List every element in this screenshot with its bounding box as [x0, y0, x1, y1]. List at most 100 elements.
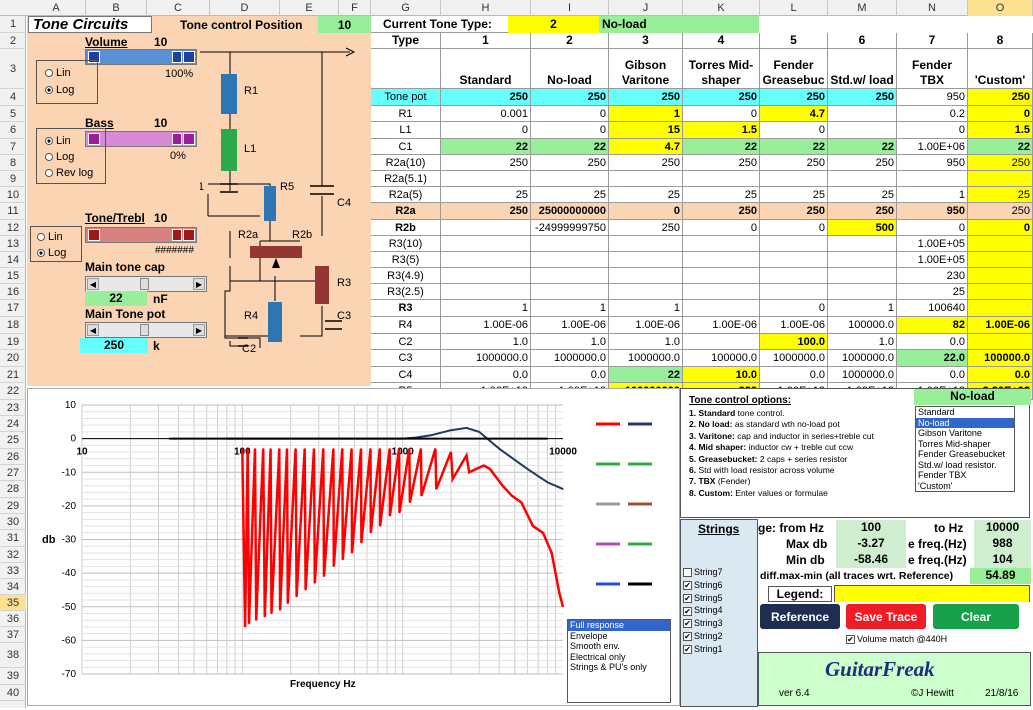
- string-checkbox[interactable]: String7: [683, 567, 723, 580]
- table-cell[interactable]: [683, 252, 760, 268]
- slider-right-arrow[interactable]: [183, 229, 195, 241]
- table-cell[interactable]: 1000000.0: [760, 350, 828, 367]
- table-cell[interactable]: 25: [683, 187, 760, 203]
- table-cell[interactable]: [683, 236, 760, 252]
- volume-lin-option[interactable]: Lin: [45, 67, 71, 79]
- table-cell[interactable]: 22: [609, 367, 683, 383]
- row-header[interactable]: 40: [0, 685, 26, 701]
- column-header[interactable]: E: [280, 0, 339, 16]
- table-cell[interactable]: 1.0: [441, 334, 531, 350]
- table-cell[interactable]: 0: [897, 122, 968, 139]
- table-cell[interactable]: [531, 268, 609, 284]
- response-option[interactable]: Electrical only: [568, 652, 670, 663]
- table-cell[interactable]: 950: [897, 155, 968, 171]
- row-header[interactable]: 2: [0, 33, 26, 49]
- string-checkbox[interactable]: ✔ String4: [683, 605, 723, 618]
- row-header[interactable]: 35: [0, 595, 26, 611]
- range-from[interactable]: 100: [836, 520, 906, 536]
- table-cell[interactable]: 25000000000: [531, 203, 609, 220]
- table-cell[interactable]: 250: [828, 155, 897, 171]
- table-cell[interactable]: [609, 252, 683, 268]
- table-cell[interactable]: [441, 220, 531, 236]
- row-header[interactable]: 22: [0, 383, 26, 400]
- column-header[interactable]: A: [27, 0, 86, 16]
- table-cell[interactable]: 1.00E+06: [897, 139, 968, 155]
- table-cell[interactable]: 1.5: [683, 122, 760, 139]
- table-cell[interactable]: 250: [609, 89, 683, 106]
- table-cell[interactable]: 0: [760, 220, 828, 236]
- left-arrow-icon[interactable]: ◀: [87, 278, 99, 290]
- table-cell[interactable]: 1: [828, 300, 897, 317]
- column-header[interactable]: J: [609, 0, 683, 16]
- column-header[interactable]: H: [441, 0, 531, 16]
- table-cell[interactable]: 100000.0: [683, 350, 760, 367]
- string-checkbox[interactable]: ✔ String6: [683, 580, 723, 593]
- table-cell[interactable]: 250: [968, 89, 1033, 106]
- table-cell[interactable]: 1: [531, 300, 609, 317]
- row-header[interactable]: 29: [0, 498, 26, 514]
- table-cell[interactable]: -24999999750: [531, 220, 609, 236]
- row-header[interactable]: 10: [0, 187, 26, 203]
- table-cell[interactable]: [441, 268, 531, 284]
- table-cell[interactable]: 100000.0: [828, 317, 897, 334]
- string-checkbox[interactable]: ✔ String3: [683, 618, 723, 631]
- column-header[interactable]: D: [210, 0, 280, 16]
- table-cell[interactable]: 0: [968, 106, 1033, 122]
- tone-type-value[interactable]: 2: [508, 16, 599, 33]
- table-cell[interactable]: [683, 171, 760, 187]
- table-cell[interactable]: 100.0: [760, 334, 828, 350]
- table-cell[interactable]: 250: [828, 203, 897, 220]
- table-cell[interactable]: 250: [683, 155, 760, 171]
- table-cell[interactable]: [968, 300, 1033, 317]
- table-cell[interactable]: 1.00E-06: [968, 317, 1033, 334]
- table-cell[interactable]: 250: [531, 155, 609, 171]
- volume-match-option[interactable]: ✔ Volume match @440H: [846, 634, 947, 645]
- row-header[interactable]: 1: [0, 16, 26, 33]
- table-cell[interactable]: [760, 171, 828, 187]
- table-cell[interactable]: 1.0: [828, 334, 897, 350]
- table-cell[interactable]: 1.0: [609, 334, 683, 350]
- row-header[interactable]: 25: [0, 432, 26, 449]
- table-cell[interactable]: 0: [897, 220, 968, 236]
- bass-log-option[interactable]: Log: [45, 151, 74, 163]
- table-cell[interactable]: 0: [683, 106, 760, 122]
- table-cell[interactable]: 4.7: [609, 139, 683, 155]
- table-cell[interactable]: [609, 284, 683, 300]
- table-cell[interactable]: 230: [897, 268, 968, 284]
- table-cell[interactable]: [683, 334, 760, 350]
- tone-type-option[interactable]: Std.w/ load resistor.: [916, 460, 1014, 471]
- table-cell[interactable]: 250: [683, 203, 760, 220]
- table-cell[interactable]: [760, 236, 828, 252]
- row-header[interactable]: 17: [0, 300, 26, 317]
- table-cell[interactable]: 1.00E-06: [609, 317, 683, 334]
- table-cell[interactable]: 1: [609, 300, 683, 317]
- row-header[interactable]: 24: [0, 416, 26, 432]
- table-cell[interactable]: 25: [609, 187, 683, 203]
- table-cell[interactable]: 1.00E-06: [683, 317, 760, 334]
- tone-type-option[interactable]: Torres Mid-shaper: [916, 439, 1014, 450]
- row-header[interactable]: 4: [0, 89, 26, 106]
- row-header[interactable]: 36: [0, 611, 26, 627]
- table-cell[interactable]: 1000000.0: [828, 350, 897, 367]
- legend-input[interactable]: [834, 585, 1030, 603]
- treble-lin-option[interactable]: Lin: [37, 231, 63, 243]
- table-cell[interactable]: 82: [897, 317, 968, 334]
- tone-type-option[interactable]: Fender TBX: [916, 470, 1014, 481]
- tone-type-option[interactable]: Fender Greasebucket: [916, 449, 1014, 460]
- table-cell[interactable]: 0.001: [441, 106, 531, 122]
- table-cell[interactable]: 1.5: [968, 122, 1033, 139]
- table-cell[interactable]: [828, 268, 897, 284]
- left-arrow-icon[interactable]: ◀: [87, 324, 99, 336]
- string-checkbox[interactable]: ✔ String2: [683, 631, 723, 644]
- row-header[interactable]: 5: [0, 106, 26, 122]
- tone-type-option[interactable]: Standard: [916, 407, 1014, 418]
- row-header[interactable]: 34: [0, 579, 26, 595]
- table-cell[interactable]: [828, 236, 897, 252]
- column-header[interactable]: I: [531, 0, 609, 16]
- table-cell[interactable]: 22: [531, 139, 609, 155]
- table-cell[interactable]: 22.0: [897, 350, 968, 367]
- slider-left-arrow[interactable]: [88, 229, 100, 241]
- table-cell[interactable]: [531, 252, 609, 268]
- table-cell[interactable]: 0.0: [531, 367, 609, 383]
- table-cell[interactable]: [683, 268, 760, 284]
